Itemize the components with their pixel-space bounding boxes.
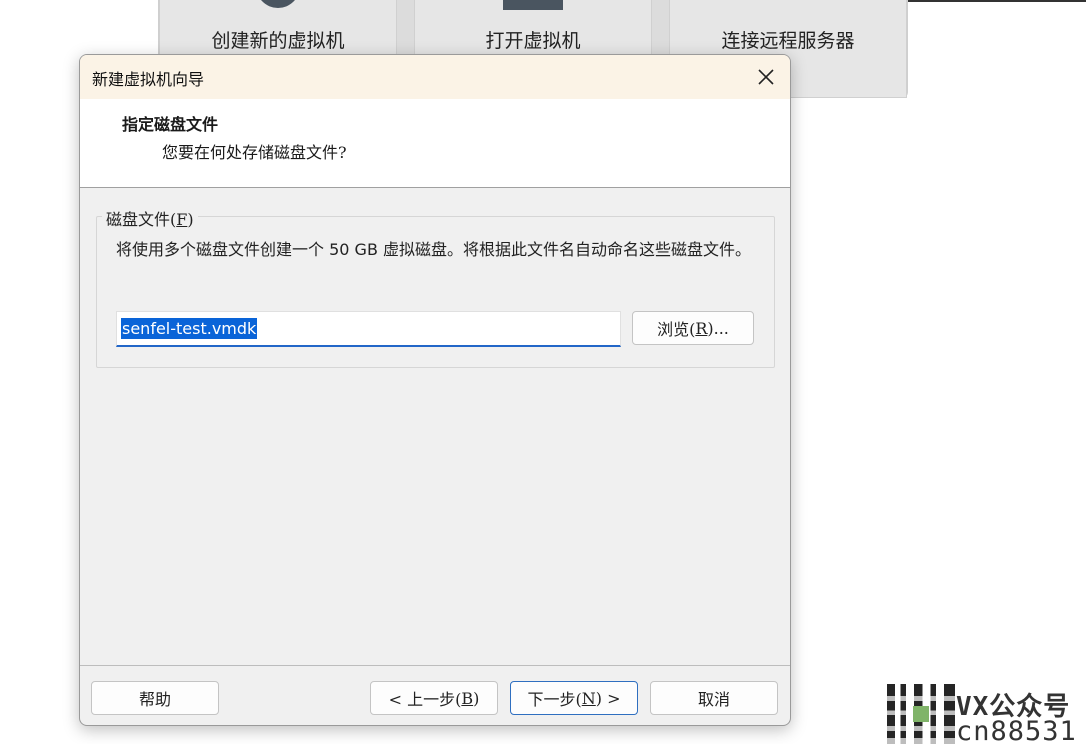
create-vm-label: 创建新的虚拟机 [211,30,345,52]
qr-code-icon [887,684,955,744]
dialog-title: 新建虚拟机向导 [92,70,205,89]
step-subtitle: 您要在何处存储磁盘文件? [162,143,347,162]
folder-icon [503,0,563,10]
close-button[interactable] [742,55,790,99]
connect-remote-label: 连接远程服务器 [721,30,855,52]
new-vm-wizard-dialog: 新建虚拟机向导 指定磁盘文件 您要在何处存储磁盘文件? 磁盘文件(F) 将使用多… [79,54,791,726]
cancel-button[interactable]: 取消 [650,681,778,715]
window-edge [908,0,1086,2]
help-button[interactable]: 帮助 [91,681,219,715]
watermark: VX公众号 cn88531 [956,686,1086,744]
browse-button[interactable]: 浏览(R)... [632,311,754,345]
qr-logo-icon [913,706,929,722]
disk-file-description: 将使用多个磁盘文件创建一个 50 GB 虚拟磁盘。将根据此文件名自动命名这些磁盘… [116,240,752,259]
desktop: 创建新的虚拟机 打开虚拟机 连接远程服务器 新建虚拟机向导 指定磁盘文件 您要在… [0,0,1086,744]
close-icon [758,69,774,85]
back-button[interactable]: < 上一步(B) [370,681,498,715]
watermark-line2: cn88531 [956,716,1077,744]
title-bar: 新建虚拟机向导 [80,55,790,99]
disk-file-name-input[interactable]: senfel-test.vmdk [116,311,621,347]
disk-size: 50 GB [329,240,378,259]
footer-divider [80,665,790,666]
step-title: 指定磁盘文件 [122,115,219,134]
selected-file-name: senfel-test.vmdk [121,318,258,339]
next-button[interactable]: 下一步(N) > [510,681,638,715]
wizard-header: 指定磁盘文件 您要在何处存储磁盘文件? [80,99,790,188]
disk-file-legend: 磁盘文件(F) [102,206,198,230]
open-vm-label: 打开虚拟机 [485,30,581,52]
vm-icon [256,0,300,8]
